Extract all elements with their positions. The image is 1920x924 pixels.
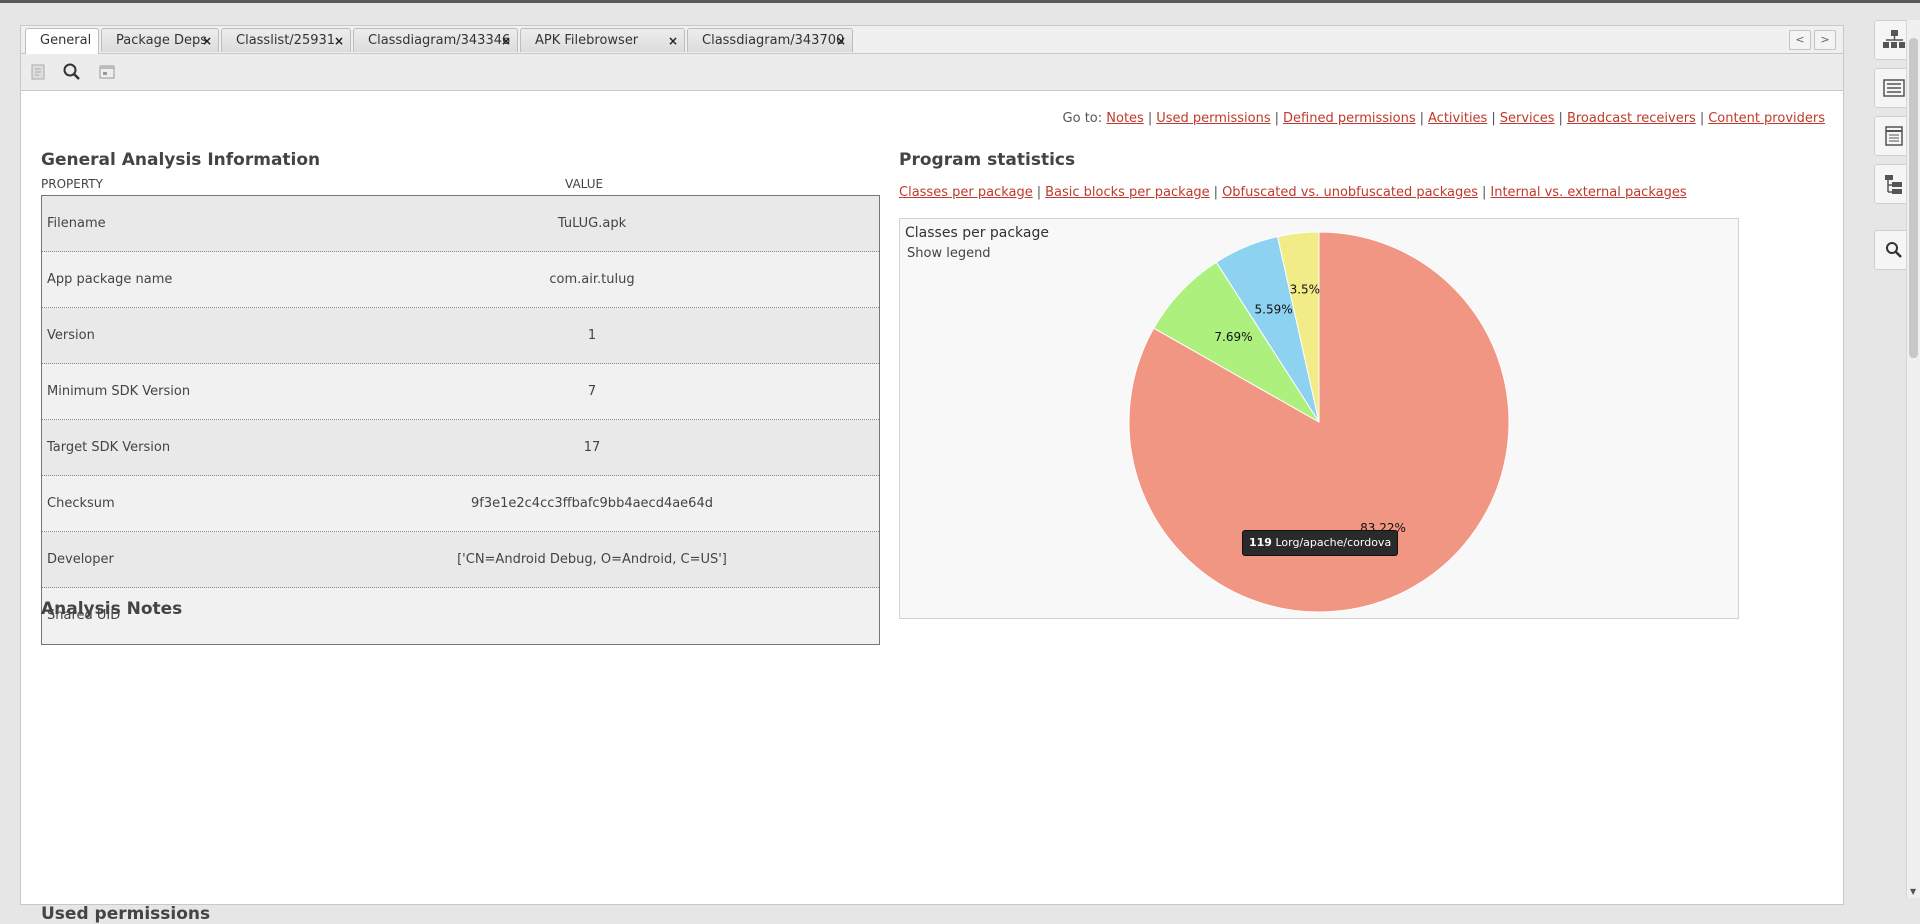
separator: | (1491, 111, 1496, 126)
program-statistics-title: Program statistics (899, 150, 1076, 170)
column-property: PROPERTY (41, 177, 103, 191)
property-value: ['CN=Android Debug, O=Android, C=US'] (457, 552, 727, 567)
table-row: App package name com.air.tulug (42, 252, 879, 308)
property-value: com.air.tulug (549, 272, 635, 287)
tab-label: Classlist/25931 (236, 33, 336, 48)
property-name: Developer (47, 552, 114, 567)
chart-tooltip: 119 Lorg/apache/cordova (1242, 530, 1399, 556)
content-area: Go to: Notes | Used permissions | Defined pe… (21, 91, 1843, 924)
goto-link-defined-permissions[interactable]: Defined permissions (1283, 111, 1416, 126)
tab-general[interactable]: General (25, 28, 99, 54)
toolbar (21, 54, 1843, 91)
close-icon[interactable]: × (836, 29, 846, 53)
tab-apk-filebrowser[interactable]: APK Filebrowser × (520, 28, 685, 52)
goto-bar: Go to: Notes | Used permissions | Defined pe… (1063, 111, 1825, 126)
document-icon[interactable] (28, 62, 48, 82)
link-internal-external-packages[interactable]: Internal vs. external packages (1490, 185, 1686, 200)
property-name: Checksum (47, 496, 115, 511)
goto-link-services[interactable]: Services (1500, 111, 1555, 126)
close-icon[interactable]: × (334, 29, 344, 53)
pie-slice-label: 3.5% (1290, 283, 1321, 297)
goto-link-activities[interactable]: Activities (1428, 111, 1487, 126)
property-name: Minimum SDK Version (47, 384, 191, 399)
property-value: 9f3e1e2c4cc3ffbafc9bb4aecd4ae64d (471, 496, 713, 511)
tab-classdiagram-343700[interactable]: Classdiagram/343700 × (687, 28, 853, 52)
scrollbar-thumb[interactable] (1909, 38, 1918, 358)
tab-classdiagram-343346[interactable]: Classdiagram/343346 × (353, 28, 518, 52)
properties-table: Filename TuLUG.apk App package name com.ai… (41, 195, 880, 645)
separator: | (1274, 111, 1280, 126)
property-name: Target SDK Version (47, 440, 171, 455)
close-icon[interactable]: × (668, 29, 678, 53)
tab-next-button[interactable]: > (1814, 30, 1836, 50)
tab-package-deps[interactable]: Package Deps × (101, 28, 219, 52)
property-value: TuLUG.apk (557, 216, 627, 231)
pie-slice-label: 5.59% (1255, 302, 1293, 316)
table-row: Filename TuLUG.apk (42, 196, 879, 252)
goto-link-content-providers[interactable]: Content providers (1708, 111, 1825, 126)
table-row: Developer ['CN=Android Debug, O=Android, … (42, 532, 879, 588)
tab-label: Package Deps (116, 33, 208, 48)
close-icon[interactable]: × (501, 29, 511, 53)
property-name: Version (47, 328, 95, 343)
link-classes-per-package[interactable]: Classes per package (899, 185, 1033, 200)
column-value: VALUE (565, 177, 604, 191)
tab-label: Classdiagram/343700 (702, 33, 845, 48)
goto-label: Go to: (1062, 111, 1103, 126)
separator: | (1147, 111, 1153, 126)
page-scrollbar[interactable]: ▼ (1906, 20, 1920, 898)
link-basic-blocks-per-package[interactable]: Basic blocks per package (1045, 185, 1210, 200)
separator: | (1558, 111, 1563, 126)
tab-bar: General Package Deps × Classlist/25931 ×… (21, 26, 1843, 54)
used-permissions-title: Used permissions (41, 904, 211, 924)
tab-label: Classdiagram/343346 (368, 33, 511, 48)
property-value: 7 (587, 384, 597, 399)
property-value: 1 (587, 328, 597, 343)
main-panel: General Package Deps × Classlist/25931 ×… (20, 25, 1844, 924)
table-row: Checksum 9f3e1e2c4cc3ffbafc9bb4aecd4ae64d (42, 476, 879, 532)
tab-label: APK Filebrowser (535, 33, 639, 48)
pie-slice-label: 7.69% (1214, 330, 1252, 344)
separator: | (1481, 185, 1487, 200)
tooltip-count: 119 (1249, 536, 1272, 549)
tab-prev-button[interactable]: < (1789, 30, 1811, 50)
goto-link-notes[interactable]: Notes (1106, 111, 1144, 126)
table-row: Version 1 (42, 308, 879, 364)
property-name: Filename (47, 216, 106, 231)
goto-link-broadcast-receivers[interactable]: Broadcast receivers (1567, 111, 1696, 126)
window-top-border (0, 0, 1920, 3)
pie-chart: 83.22%7.69%5.59%3.5% (1128, 231, 1510, 613)
separator: | (1699, 111, 1705, 126)
tab-classlist[interactable]: Classlist/25931 × (221, 28, 351, 52)
pie-chart-panel: Classes per package Show legend 83.22% 7.… (899, 218, 1739, 619)
goto-link-used-permissions[interactable]: Used permissions (1156, 111, 1270, 126)
tab-label: General (40, 33, 92, 48)
statistics-links: Classes per package | Basic blocks per pac… (899, 185, 1687, 200)
property-name: App package name (47, 272, 173, 287)
general-info-title: General Analysis Information (41, 150, 321, 170)
analysis-notes-title: Analysis Notes (41, 599, 183, 619)
separator: | (1419, 111, 1425, 126)
window-icon[interactable] (97, 62, 117, 82)
property-value: 17 (583, 440, 601, 455)
table-row: Target SDK Version 17 (42, 420, 879, 476)
close-icon[interactable]: × (202, 29, 212, 53)
separator: | (1213, 185, 1219, 200)
scroll-down-icon[interactable]: ▼ (1910, 887, 1916, 896)
table-row: Minimum SDK Version 7 (42, 364, 879, 420)
separator: | (1036, 185, 1042, 200)
tooltip-package: Lorg/apache/cordova (1275, 536, 1392, 549)
link-obfuscated-packages[interactable]: Obfuscated vs. unobfuscated packages (1222, 185, 1478, 200)
search-icon[interactable] (62, 62, 82, 82)
